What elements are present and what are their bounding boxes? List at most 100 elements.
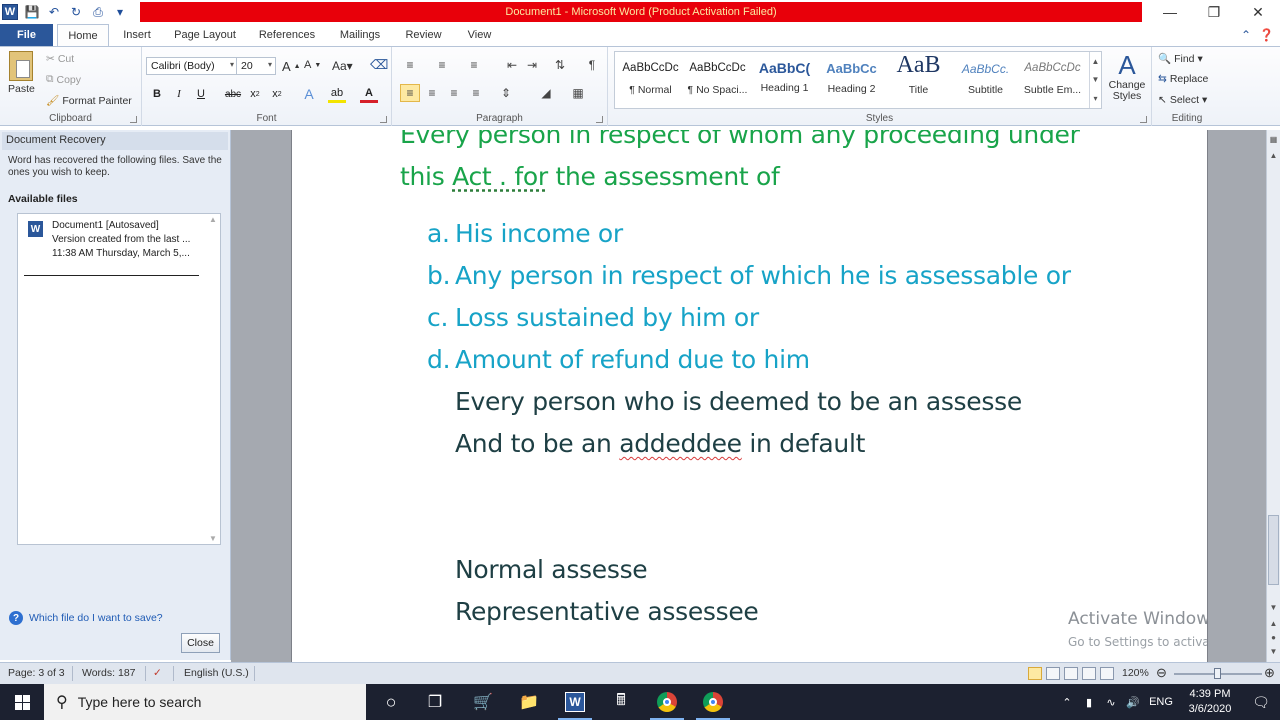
style-subtle-emphasis[interactable]: AaBbCcDc Subtle Em... (1019, 52, 1086, 108)
scroll-down-icon[interactable]: ▼ (209, 534, 217, 543)
change-styles-button[interactable]: A Change Styles (1106, 51, 1148, 102)
draft-view-icon[interactable] (1100, 667, 1114, 680)
start-button[interactable] (0, 684, 44, 720)
proofing-icon[interactable]: ✓ (153, 667, 162, 679)
superscript-icon[interactable]: x2 (268, 85, 286, 103)
font-launcher-icon[interactable] (380, 116, 387, 123)
chrome-icon[interactable] (644, 684, 690, 720)
gallery-up-icon[interactable]: ▲ (1092, 57, 1100, 66)
styles-launcher-icon[interactable] (1140, 116, 1147, 123)
full-screen-reading-icon[interactable] (1046, 667, 1060, 680)
sort-icon[interactable]: ⇅ (550, 56, 570, 74)
numbering-icon[interactable]: ≡ (432, 56, 452, 74)
decrease-indent-icon[interactable]: ⇤ (502, 56, 522, 74)
tab-file[interactable]: File (0, 24, 53, 46)
word-count[interactable]: Words: 187 (82, 667, 136, 679)
scroll-down-icon[interactable]: ▼ (1267, 600, 1280, 614)
clear-formatting-icon[interactable]: ⌫ (370, 57, 388, 73)
align-right-icon[interactable]: ≡ (444, 84, 464, 102)
zoom-slider-thumb[interactable] (1214, 668, 1221, 679)
ruler-toggle-icon[interactable]: ▦ (1267, 132, 1280, 146)
calculator-icon[interactable]: 🖩 (598, 684, 644, 720)
find-button[interactable]: 🔍 Find ▾ (1158, 52, 1203, 66)
outline-view-icon[interactable] (1082, 667, 1096, 680)
scroll-up-icon[interactable]: ▲ (1267, 148, 1280, 162)
show-marks-icon[interactable]: ¶ (582, 56, 602, 74)
print-preview-icon[interactable]: ⎙ (90, 4, 106, 20)
font-color-icon[interactable]: A (360, 85, 378, 103)
zoom-in-icon[interactable]: ⊕ (1264, 665, 1275, 681)
help-icon[interactable]: ❓ (1259, 28, 1274, 42)
recovered-file-item[interactable]: W Document1 [Autosaved] Version created … (24, 218, 204, 278)
underline-icon[interactable]: U (192, 85, 210, 103)
language-indicator[interactable]: English (U.S.) (184, 667, 249, 679)
zoom-out-icon[interactable]: ⊖ (1156, 665, 1167, 681)
text-effects-icon[interactable]: A (300, 85, 318, 103)
copy-button[interactable]: ⧉ Copy (46, 73, 81, 86)
web-layout-icon[interactable] (1064, 667, 1078, 680)
paragraph-launcher-icon[interactable] (596, 116, 603, 123)
customize-qat-icon[interactable]: ▾ (112, 4, 128, 20)
print-layout-view-icon[interactable] (1028, 667, 1042, 680)
show-hidden-icons-icon[interactable]: ⌃ (1056, 696, 1078, 709)
tab-home[interactable]: Home (57, 24, 109, 46)
cortana-icon[interactable]: ○ (368, 684, 414, 720)
style-title[interactable]: AaB Title (885, 52, 952, 108)
font-size-select[interactable]: 20 (236, 57, 276, 75)
store-icon[interactable]: 🛒 (460, 684, 506, 720)
language-indicator-taskbar[interactable]: ENG (1144, 696, 1178, 708)
styles-gallery-scroll[interactable]: ▲ ▼ ▾ (1089, 52, 1101, 108)
task-view-icon[interactable]: ❐ (412, 684, 458, 720)
style-heading-1[interactable]: AaBbC( Heading 1 (751, 52, 818, 108)
align-left-icon[interactable]: ≡ (400, 84, 420, 102)
shading-icon[interactable]: ◢ (536, 84, 556, 102)
zoom-level[interactable]: 120% (1122, 667, 1149, 679)
change-case-icon[interactable]: Aa▾ (332, 59, 353, 73)
next-page-icon[interactable]: ▼ (1267, 644, 1280, 658)
cut-button[interactable]: ✂ Cut (46, 53, 74, 65)
file-explorer-icon[interactable]: 📁 (506, 684, 552, 720)
zoom-slider[interactable] (1174, 668, 1262, 679)
wifi-icon[interactable]: ∿ (1100, 696, 1122, 709)
close-button[interactable]: Close (181, 633, 220, 653)
tab-page-layout[interactable]: Page Layout (166, 24, 244, 46)
justify-icon[interactable]: ≡ (466, 84, 486, 102)
gallery-more-icon[interactable]: ▾ (1093, 94, 1097, 103)
style-normal[interactable]: AaBbCcDc ¶ Normal (617, 52, 684, 108)
strikethrough-icon[interactable]: abc (224, 85, 242, 103)
volume-icon[interactable]: 🔊 (1122, 696, 1144, 709)
battery-icon[interactable]: ▮ (1078, 696, 1100, 709)
word-taskbar-icon[interactable]: W (552, 684, 598, 720)
tab-mailings[interactable]: Mailings (330, 24, 390, 46)
multilevel-list-icon[interactable]: ≡ (464, 56, 484, 74)
grow-font-icon[interactable]: A ▲ (282, 59, 301, 74)
document-page[interactable]: Every person in respect of whom any proc… (291, 130, 1208, 662)
highlight-icon[interactable]: ab (328, 85, 346, 103)
tab-references[interactable]: References (250, 24, 324, 46)
undo-icon[interactable]: ↶ (46, 4, 62, 20)
tab-insert[interactable]: Insert (114, 24, 160, 46)
tab-review[interactable]: Review (396, 24, 451, 46)
subscript-icon[interactable]: x2 (246, 85, 264, 103)
tab-view[interactable]: View (457, 24, 502, 46)
taskbar-search[interactable]: ⚲ Type here to search (44, 684, 366, 720)
replace-button[interactable]: ⇆ Replace (1158, 73, 1208, 85)
redo-icon[interactable]: ↻ (68, 4, 84, 20)
align-center-icon[interactable]: ≡ (422, 84, 442, 102)
shrink-font-icon[interactable]: A ▼ (304, 59, 321, 71)
scroll-thumb[interactable] (1268, 515, 1279, 585)
italic-icon[interactable]: I (170, 85, 188, 103)
format-painter-button[interactable]: 🖌 Format Painter (46, 94, 132, 108)
style-subtitle[interactable]: AaBbCc. Subtitle (952, 52, 1019, 108)
select-browse-object-icon[interactable]: ● (1267, 630, 1280, 644)
bold-icon[interactable]: B (148, 85, 166, 103)
word-app-icon[interactable]: W (2, 4, 18, 20)
minimize-ribbon-icon[interactable]: ⌃ (1241, 28, 1251, 42)
save-icon[interactable]: 💾 (24, 4, 40, 20)
line-spacing-icon[interactable]: ⇕ (496, 84, 516, 102)
style-heading-2[interactable]: AaBbCc Heading 2 (818, 52, 885, 108)
maximize-icon[interactable]: ❐ (1192, 0, 1236, 24)
style-no-spacing[interactable]: AaBbCcDc ¶ No Spaci... (684, 52, 751, 108)
recovery-list-scrollbar[interactable]: ▲ ▼ (207, 215, 219, 543)
select-button[interactable]: ↖ Select ▾ (1158, 94, 1207, 106)
